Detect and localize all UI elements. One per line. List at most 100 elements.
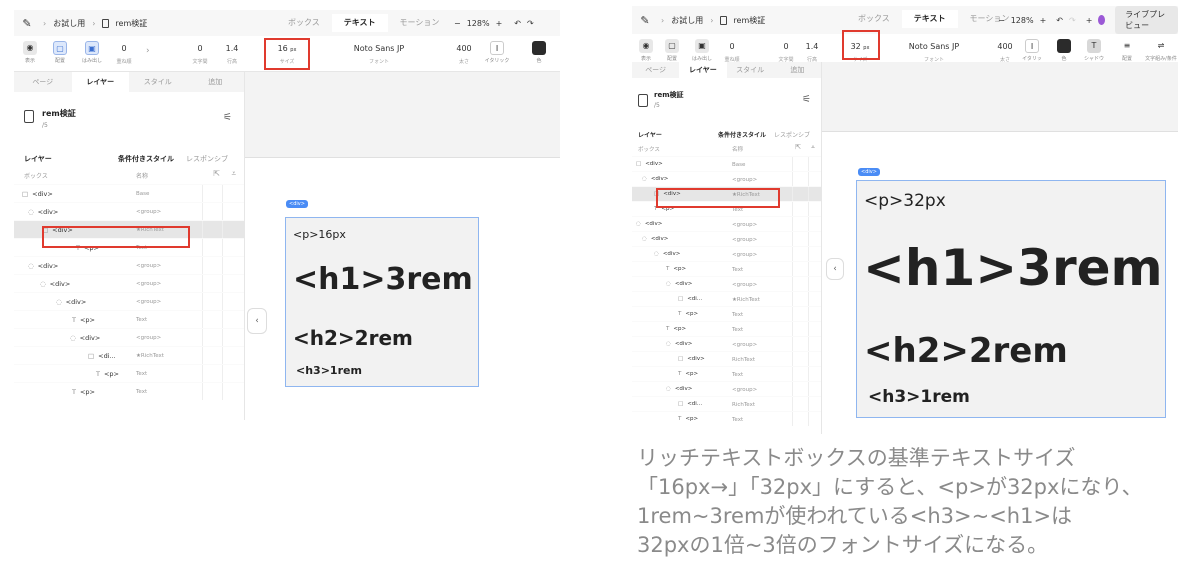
- chevron-right-icon[interactable]: ›: [146, 46, 150, 56]
- tool-visibility[interactable]: ◉表示: [20, 41, 40, 64]
- conditional-style-toggle[interactable]: 条件付きスタイル: [718, 130, 766, 139]
- layer-row[interactable]: T<p>Text: [14, 364, 244, 382]
- color-picker[interactable]: 色: [1056, 39, 1072, 62]
- tab-layers[interactable]: レイヤー: [72, 72, 130, 92]
- layer-row[interactable]: ◌<div><group>: [632, 381, 821, 396]
- collapse-sidebar-button[interactable]: ‹: [826, 258, 844, 280]
- zoom-in-button[interactable]: +: [1040, 16, 1047, 25]
- layer-row[interactable]: □<div>Base: [632, 156, 821, 171]
- tab-pages[interactable]: ページ: [14, 72, 72, 92]
- align-button[interactable]: ≡配置: [1118, 39, 1136, 62]
- layer-row[interactable]: ◌<div><group>: [632, 336, 821, 351]
- layer-row[interactable]: T<p>Text: [632, 411, 821, 426]
- letter-spacing-field[interactable]: 0文字間: [774, 42, 798, 63]
- column-divider: [222, 275, 223, 292]
- pencil-icon[interactable]: ✎: [636, 14, 654, 27]
- redo-icon[interactable]: ↷: [527, 19, 534, 28]
- layer-row[interactable]: ◌<div><group>: [14, 256, 244, 274]
- font-family-field[interactable]: Noto Sans JPフォント: [334, 44, 424, 65]
- undo-icon[interactable]: ↶: [1056, 16, 1063, 25]
- font-weight-field[interactable]: 400太さ: [450, 44, 478, 65]
- line-height-field[interactable]: 1.4行高: [220, 44, 244, 65]
- layer-row[interactable]: ◌<div><group>: [14, 202, 244, 220]
- pencil-icon[interactable]: ✎: [18, 17, 36, 30]
- highlight-box: [264, 38, 310, 70]
- layer-row[interactable]: T<p>Text: [632, 261, 821, 276]
- canvas[interactable]: ‹ <div> <p>16px <h1>3rem <h2>2rem <h3>1r…: [245, 72, 560, 420]
- layer-row[interactable]: ◌<div><group>: [14, 274, 244, 292]
- redo-icon[interactable]: ↷: [1069, 16, 1076, 25]
- layer-row[interactable]: □<di...★RichText: [14, 346, 244, 364]
- layer-row[interactable]: T<p>Text: [632, 321, 821, 336]
- tab-layers[interactable]: レイヤー: [679, 62, 726, 78]
- tab-add[interactable]: 追加: [187, 72, 245, 92]
- layer-row[interactable]: ◌<div><group>: [14, 328, 244, 346]
- tab-motion[interactable]: モーション: [388, 14, 452, 32]
- breadcrumb-page[interactable]: rem検証: [115, 18, 147, 29]
- responsive-toggle[interactable]: レスポンシブ: [186, 154, 228, 164]
- live-preview-button[interactable]: ライブプレビュー: [1115, 6, 1178, 34]
- breadcrumb-page[interactable]: rem検証: [733, 15, 765, 26]
- breadcrumb-project[interactable]: お試し用: [53, 18, 85, 29]
- sliders-icon[interactable]: ⚟: [223, 112, 232, 123]
- sliders-icon[interactable]: ⚟: [802, 94, 811, 105]
- canvas[interactable]: ‹ <div> <p>32px <h1>3rem <h2>2rem <h3>1r…: [822, 62, 1178, 434]
- zoom-out-button[interactable]: −: [454, 19, 461, 28]
- tool-layout[interactable]: ▢配置: [50, 41, 70, 64]
- shadow-button[interactable]: Tシャドウ: [1082, 39, 1106, 62]
- avatar[interactable]: [1098, 15, 1105, 25]
- line-height-field[interactable]: 1.4行高: [800, 42, 824, 63]
- zoom-level[interactable]: 128%: [1011, 16, 1034, 25]
- font-weight-field[interactable]: 400太さ: [992, 42, 1018, 63]
- tab-text[interactable]: テキスト: [332, 14, 388, 32]
- richtext-box[interactable]: <p>16px <h1>3rem <h2>2rem <h3>1rem: [285, 217, 479, 387]
- layer-order-field[interactable]: 0重ね順: [720, 42, 744, 63]
- sort-icon[interactable]: ⩡: [231, 169, 236, 179]
- collapse-sidebar-button[interactable]: ‹: [247, 308, 267, 334]
- tool-overflow[interactable]: ▣はみ出し: [80, 41, 104, 64]
- tool-visibility[interactable]: ◉表示: [636, 39, 656, 62]
- tool-overflow[interactable]: ▣はみ出し: [690, 39, 714, 62]
- layer-row[interactable]: T<p>Text: [632, 306, 821, 321]
- tool-layout[interactable]: ▢配置: [662, 39, 682, 62]
- sort-icon[interactable]: ⩡: [811, 143, 815, 152]
- responsive-toggle[interactable]: レスポンシブ: [774, 130, 810, 139]
- group-icon: ◌: [28, 208, 34, 216]
- layer-row[interactable]: ◌<div><group>: [632, 216, 821, 231]
- layer-row[interactable]: ◌<div><group>: [632, 246, 821, 261]
- layer-row[interactable]: ◌<div><group>: [632, 231, 821, 246]
- zoom-in-button[interactable]: +: [496, 19, 503, 28]
- layer-row[interactable]: ◌<div><group>: [632, 276, 821, 291]
- conditional-style-toggle[interactable]: 条件付きスタイル: [118, 154, 174, 164]
- tab-styles[interactable]: スタイル: [727, 62, 774, 78]
- layer-row[interactable]: T<p>Text: [14, 382, 244, 400]
- breadcrumb-project[interactable]: お試し用: [671, 15, 703, 26]
- font-family-field[interactable]: Noto Sans JPフォント: [894, 42, 974, 63]
- tab-box[interactable]: ボックス: [276, 14, 332, 32]
- color-picker[interactable]: 色: [530, 41, 548, 64]
- layer-row[interactable]: □<div>RichText: [632, 351, 821, 366]
- layer-row[interactable]: T<p>Text: [632, 366, 821, 381]
- tab-pages[interactable]: ページ: [632, 62, 679, 78]
- undo-icon[interactable]: ↶: [514, 19, 521, 28]
- tab-text[interactable]: テキスト: [902, 10, 958, 28]
- zoom-out-button[interactable]: −: [998, 16, 1005, 25]
- tab-box[interactable]: ボックス: [846, 10, 902, 28]
- tab-add[interactable]: 追加: [774, 62, 821, 78]
- richtext-box[interactable]: <p>32px <h1>3rem <h2>2rem <h3>1rem: [856, 180, 1166, 418]
- chevron-right-icon: ›: [710, 16, 713, 25]
- layer-row[interactable]: ◌<div><group>: [14, 292, 244, 310]
- cursor-icon[interactable]: ⇱: [795, 143, 801, 151]
- layer-row[interactable]: T<p>Text: [14, 310, 244, 328]
- tab-styles[interactable]: スタイル: [129, 72, 187, 92]
- layer-row[interactable]: □<di...★RichText: [632, 291, 821, 306]
- layer-order-field[interactable]: 0重ね順: [112, 44, 136, 65]
- layer-row[interactable]: ◌<div><group>: [632, 171, 821, 186]
- cursor-icon[interactable]: ⇱: [213, 169, 220, 178]
- zoom-level[interactable]: 128%: [467, 19, 490, 28]
- add-collaborator-icon[interactable]: +: [1086, 16, 1093, 25]
- layer-row[interactable]: □<di...RichText: [632, 396, 821, 411]
- italic-toggle[interactable]: Iイタリック: [484, 41, 510, 64]
- letter-spacing-field[interactable]: 0文字間: [188, 44, 212, 65]
- layer-row[interactable]: □<div>Base: [14, 184, 244, 202]
